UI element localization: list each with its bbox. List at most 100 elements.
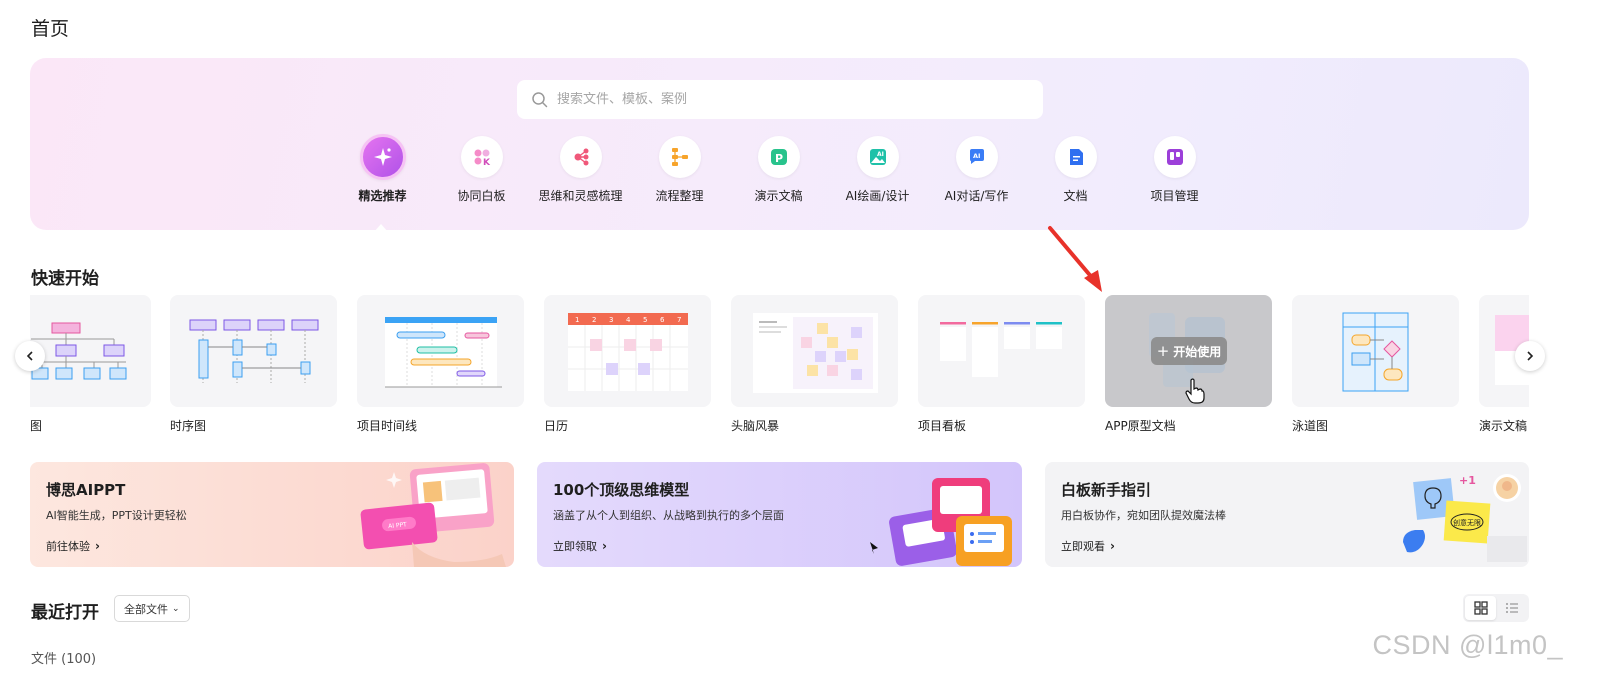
folders-illustration	[870, 478, 1012, 566]
category-project[interactable]: 项目管理	[1125, 136, 1224, 204]
category-ai-chat[interactable]: AI AI对话/写作	[927, 136, 1026, 204]
quick-start-title: 快速开始	[31, 269, 99, 289]
chevron-right-icon: ›	[1110, 539, 1115, 553]
calendar-day: 5	[643, 316, 647, 324]
carousel-next-button[interactable]	[1515, 341, 1545, 371]
whiteboard-icon: K	[460, 136, 503, 178]
category-label: 精选推荐	[358, 189, 407, 203]
category-label: 文档	[1063, 189, 1088, 203]
category-featured[interactable]: 精选推荐	[333, 134, 432, 204]
svg-text:AI: AI	[877, 151, 884, 158]
template-card[interactable]: 项目时间线	[357, 295, 524, 434]
template-card[interactable]: 项目看板	[918, 295, 1085, 434]
banner-thinking-models[interactable]: 100个顶级思维模型 涵盖了从个人到组织、从战略到执行的多个层面 立即领取 ›	[537, 462, 1022, 567]
template-name: 泳道图	[1292, 419, 1329, 433]
whiteboard-art-text: 创意无限	[1453, 518, 1481, 527]
svg-text:K: K	[483, 158, 491, 167]
calendar-day: 6	[660, 316, 665, 324]
ai-chat-icon: AI	[955, 136, 998, 178]
recent-title: 最近打开	[31, 603, 99, 623]
chevron-left-icon	[26, 351, 33, 361]
category-mindmap[interactable]: 思维和灵感梳理	[531, 136, 630, 204]
category-nav: 精选推荐 K 协同白板 思维和灵感梳理 流程整理 P 演示文稿 AI AI绘画/…	[333, 134, 1224, 204]
category-flow[interactable]: 流程整理	[630, 136, 729, 204]
banner-link-label: 立即领取	[553, 540, 597, 553]
whiteboard-art-badge: +1	[1459, 474, 1476, 487]
calendar-day: 4	[626, 316, 631, 324]
calendar-day: 3	[609, 316, 613, 324]
category-presentation[interactable]: P 演示文稿	[729, 136, 828, 204]
template-thumbnail	[357, 295, 524, 407]
chevron-down-icon: ⌄	[172, 603, 180, 614]
calendar-day: 2	[592, 316, 596, 324]
template-name: 项目时间线	[357, 419, 418, 433]
category-label: AI对话/写作	[944, 189, 1009, 203]
search-input[interactable]	[557, 92, 1017, 107]
search-icon	[532, 91, 548, 107]
grid-view-button[interactable]	[1465, 596, 1496, 620]
file-count: 文件 (100)	[31, 652, 97, 667]
chevron-right-icon: ›	[95, 539, 100, 553]
file-filter-dropdown[interactable]: 全部文件 ⌄	[114, 595, 190, 622]
banner-link-label: 立即观看	[1061, 540, 1105, 553]
calendar-day: 7	[677, 316, 681, 324]
mindmap-icon	[559, 136, 602, 178]
banner-aippt[interactable]: 博思AIPPT AI智能生成，PPT设计更轻松 前往体验 › AI PPT	[30, 462, 514, 567]
banner-whiteboard-guide[interactable]: 白板新手指引 用白板协作，宛如团队提效魔法棒 立即观看 › 创意无限 +1	[1045, 462, 1529, 567]
search-bar[interactable]	[517, 80, 1043, 119]
annotation-arrow-icon	[1048, 226, 1102, 292]
category-document[interactable]: 文档	[1026, 136, 1125, 204]
template-name: 图	[30, 419, 43, 433]
banner-link[interactable]: 立即观看 ›	[1061, 538, 1115, 554]
list-view-icon	[1505, 603, 1518, 613]
category-ai-image[interactable]: AI AI绘画/设计	[828, 136, 927, 204]
template-name: APP原型文档	[1105, 419, 1176, 433]
template-name: 项目看板	[918, 419, 967, 433]
filter-label: 全部文件	[124, 602, 168, 616]
template-card[interactable]: 时序图	[170, 295, 337, 434]
template-name: 时序图	[170, 419, 207, 433]
template-thumbnail	[30, 295, 151, 407]
template-name: 头脑风暴	[731, 419, 780, 433]
banner-link-label: 前往体验	[46, 540, 90, 553]
project-board-icon	[1153, 136, 1196, 178]
flowchart-icon	[658, 136, 701, 178]
template-name: 演示文稿	[1479, 419, 1528, 433]
watermark: CSDN @l1m0_	[1372, 630, 1563, 660]
svg-text:AI: AI	[973, 152, 980, 160]
template-thumbnail	[731, 295, 898, 407]
presentation-icon: P	[757, 136, 800, 178]
template-thumbnail: 1 2 3 4 5 6 7	[544, 295, 711, 407]
template-card[interactable]: 1 2 3 4 5 6 7 日历	[544, 295, 711, 434]
category-label: AI绘画/设计	[845, 189, 910, 203]
aippt-illustration: AI PPT	[360, 463, 506, 567]
calendar-day: 1	[575, 316, 579, 324]
carousel-prev-button[interactable]	[15, 341, 45, 371]
category-label: 流程整理	[655, 189, 704, 203]
template-thumbnail	[170, 295, 337, 407]
template-card-hovered[interactable]: + 开始使用 APP原型文档	[1105, 295, 1272, 434]
ai-image-icon: AI	[856, 136, 899, 178]
hand-cursor-icon	[1185, 378, 1205, 404]
chevron-right-icon: ›	[602, 539, 607, 553]
list-view-button[interactable]	[1496, 596, 1527, 620]
sparkle-icon	[359, 134, 406, 180]
template-card[interactable]: 图	[30, 295, 151, 434]
page-title: 首页	[31, 18, 70, 40]
document-icon	[1054, 136, 1097, 178]
banner-link[interactable]: 前往体验 ›	[46, 538, 100, 554]
banner-link[interactable]: 立即领取 ›	[553, 538, 607, 554]
template-carousel: 图 时序图 项目时间线 1 2 3 4 5 6 7 日历 头脑风暴 项目看板 +…	[30, 295, 1529, 435]
start-using-button[interactable]: + 开始使用	[1151, 337, 1227, 365]
category-label: 思维和灵感梳理	[538, 189, 623, 203]
category-whiteboard[interactable]: K 协同白板	[432, 136, 531, 204]
category-label: 项目管理	[1150, 189, 1199, 203]
template-thumbnail	[918, 295, 1085, 407]
category-label: 协同白板	[457, 189, 506, 203]
start-using-label: 开始使用	[1173, 344, 1222, 359]
whiteboard-guide-illustration: 创意无限 +1	[1403, 474, 1527, 562]
svg-text:P: P	[775, 152, 783, 165]
template-card[interactable]: 泳道图	[1292, 295, 1459, 434]
template-card[interactable]: 头脑风暴	[731, 295, 898, 434]
category-label: 演示文稿	[754, 189, 803, 203]
